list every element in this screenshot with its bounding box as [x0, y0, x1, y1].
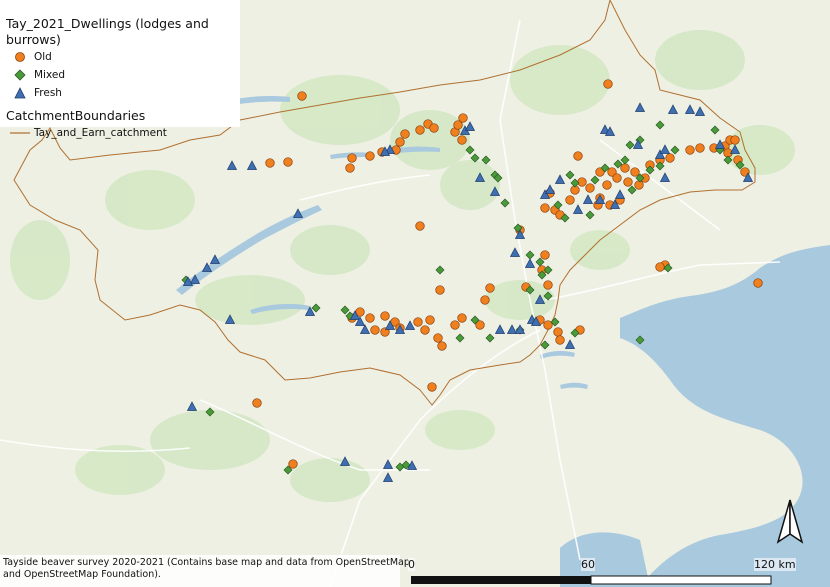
old-dwelling-marker	[555, 335, 565, 345]
old-dwelling-marker	[543, 280, 553, 290]
old-dwelling-marker	[365, 313, 375, 323]
legend-label-fresh: Fresh	[34, 87, 62, 99]
credit-line-1: Tayside beaver survey 2020-2021 (Contain…	[3, 557, 410, 568]
old-dwelling-marker	[425, 315, 435, 325]
old-dwelling-marker	[283, 157, 293, 167]
old-dwelling-marker	[435, 285, 445, 295]
old-dwelling-marker	[612, 173, 622, 183]
triangle-icon	[6, 86, 34, 100]
scale-bar	[411, 575, 772, 585]
legend-label-old: Old	[34, 51, 52, 63]
old-dwelling-marker	[395, 137, 405, 147]
old-dwelling-marker	[634, 180, 644, 190]
old-dwelling-marker	[573, 151, 583, 161]
old-dwelling-marker	[415, 125, 425, 135]
old-dwelling-marker	[265, 158, 275, 168]
old-dwelling-marker	[540, 250, 550, 260]
old-dwelling-marker	[420, 325, 430, 335]
legend-label-mixed: Mixed	[34, 69, 65, 81]
old-dwelling-marker	[457, 313, 467, 323]
old-dwelling-marker	[345, 163, 355, 173]
legend-item-old: Old	[6, 48, 234, 66]
old-dwelling-marker	[685, 145, 695, 155]
old-dwelling-marker	[347, 153, 357, 163]
old-dwelling-marker	[433, 333, 443, 343]
old-dwelling-marker	[620, 163, 630, 173]
old-dwelling-marker	[288, 459, 298, 469]
old-dwelling-marker	[457, 135, 467, 145]
line-icon	[6, 126, 34, 140]
old-dwelling-marker	[252, 398, 262, 408]
legend-item-fresh: Fresh	[6, 84, 234, 102]
credit-line-2: and OpenStreetMap Foundation).	[3, 569, 161, 580]
old-dwelling-marker	[400, 129, 410, 139]
old-dwelling-marker	[450, 320, 460, 330]
diamond-icon	[6, 68, 34, 82]
old-dwelling-marker	[365, 151, 375, 161]
scale-label-120: 120 km	[754, 558, 796, 571]
old-dwelling-marker	[458, 113, 468, 123]
old-dwelling-marker	[695, 143, 705, 153]
old-dwelling-marker	[753, 278, 763, 288]
legend-item-boundary: Tay_and_Earn_catchment	[6, 124, 234, 142]
old-dwelling-marker	[540, 203, 550, 213]
scale-label-0: 0	[408, 558, 415, 571]
legend-label-boundary: Tay_and_Earn_catchment	[34, 127, 167, 139]
old-dwelling-marker	[380, 311, 390, 321]
old-dwelling-marker	[553, 327, 563, 337]
map-legend: Tay_2021_Dwellings (lodges and burrows) …	[0, 0, 240, 139]
old-dwelling-marker	[297, 91, 307, 101]
legend-item-mixed: Mixed	[6, 66, 234, 84]
legend-layer-title: Tay_2021_Dwellings (lodges and burrows)	[6, 16, 209, 47]
old-dwelling-marker	[603, 79, 613, 89]
old-dwelling-marker	[413, 317, 423, 327]
old-dwelling-marker	[485, 283, 495, 293]
old-dwelling-marker	[429, 123, 439, 133]
old-dwelling-marker	[577, 177, 587, 187]
old-dwelling-marker	[427, 382, 437, 392]
old-dwelling-marker	[415, 221, 425, 231]
map-credit: Tayside beaver survey 2020-2021 (Contain…	[0, 555, 410, 587]
old-dwelling-marker	[630, 167, 640, 177]
old-dwelling-marker	[585, 183, 595, 193]
old-dwelling-marker	[565, 195, 575, 205]
old-dwelling-marker	[370, 325, 380, 335]
old-dwelling-marker	[437, 341, 447, 351]
legend-boundary-title: CatchmentBoundaries	[6, 108, 146, 123]
old-dwelling-marker	[602, 180, 612, 190]
old-dwelling-marker	[655, 262, 665, 272]
old-dwelling-marker	[730, 135, 740, 145]
old-dwelling-marker	[480, 295, 490, 305]
old-dwelling-marker	[665, 153, 675, 163]
old-dwelling-marker	[623, 177, 633, 187]
circle-icon	[6, 50, 34, 64]
scale-label-60: 60	[581, 558, 595, 571]
